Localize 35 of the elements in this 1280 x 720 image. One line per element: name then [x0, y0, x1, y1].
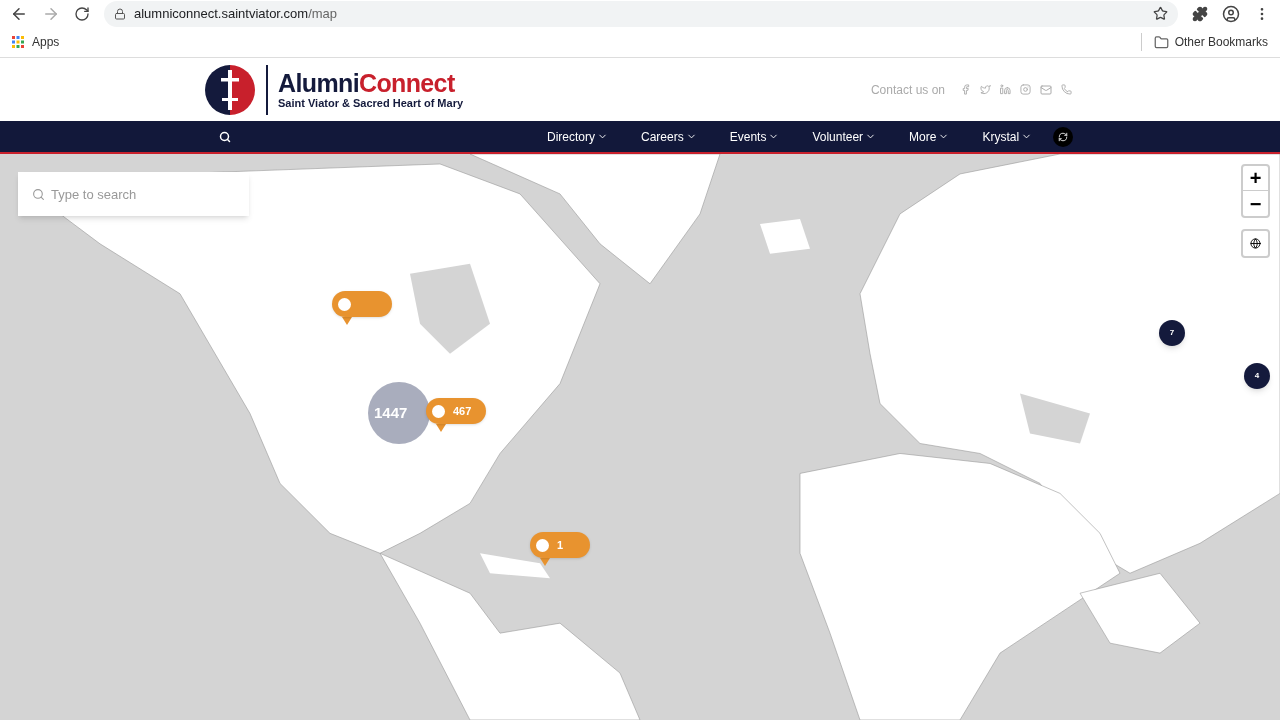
bookmark-star-icon[interactable] — [1153, 6, 1168, 21]
nav-menu-item[interactable]: Directory — [547, 127, 608, 146]
cluster-count: 1447 — [374, 402, 408, 423]
refresh-icon — [1058, 131, 1069, 142]
globe-button[interactable] — [1241, 229, 1270, 258]
profile-icon[interactable] — [1222, 4, 1240, 23]
globe-icon — [1250, 238, 1261, 249]
pin-count: 467 — [453, 403, 472, 419]
map[interactable]: Type to search + − 1447 467 1 7 4 — [0, 154, 1280, 720]
extensions-icon[interactable] — [1192, 5, 1208, 22]
map-search-field[interactable]: Type to search — [18, 172, 249, 216]
nav-menu-item[interactable]: Krystal — [982, 127, 1033, 146]
url-text: alumniconnect.saintviator.com/map — [134, 4, 338, 23]
logo-subtitle: Saint Viator & Sacred Heart of Mary — [278, 97, 464, 110]
apps-grid-icon — [12, 36, 24, 48]
crest-icon — [204, 63, 256, 116]
search-icon — [32, 188, 45, 201]
logo-title: AlumniConnect — [278, 69, 456, 97]
refresh-button[interactable] — [1053, 126, 1074, 147]
folder-icon — [1153, 34, 1169, 50]
nav-menu-item[interactable]: Events — [729, 127, 780, 146]
pin-count: 1 — [557, 537, 564, 553]
zoom-out-button[interactable]: − — [1243, 191, 1268, 216]
bookmark-item[interactable]: Apps — [12, 33, 60, 51]
reload-icon[interactable] — [74, 5, 90, 22]
nav-menu-item[interactable]: Careers — [641, 127, 697, 146]
site-logo[interactable]: AlumniConnect Saint Viator & Sacred Heart of Mary — [204, 63, 464, 116]
nav-menu-item[interactable]: Volunteer — [812, 127, 877, 146]
address-bar[interactable]: alumniconnect.saintviator.com/map — [104, 0, 1178, 27]
nav-menu-item[interactable]: More — [909, 127, 950, 146]
search-icon[interactable] — [219, 130, 231, 143]
contact-label: Contact us on — [870, 81, 945, 99]
lock-icon — [114, 7, 126, 20]
bookmark-folder[interactable]: Other Bookmarks — [1153, 33, 1268, 51]
zoom-in-button[interactable]: + — [1243, 166, 1268, 191]
